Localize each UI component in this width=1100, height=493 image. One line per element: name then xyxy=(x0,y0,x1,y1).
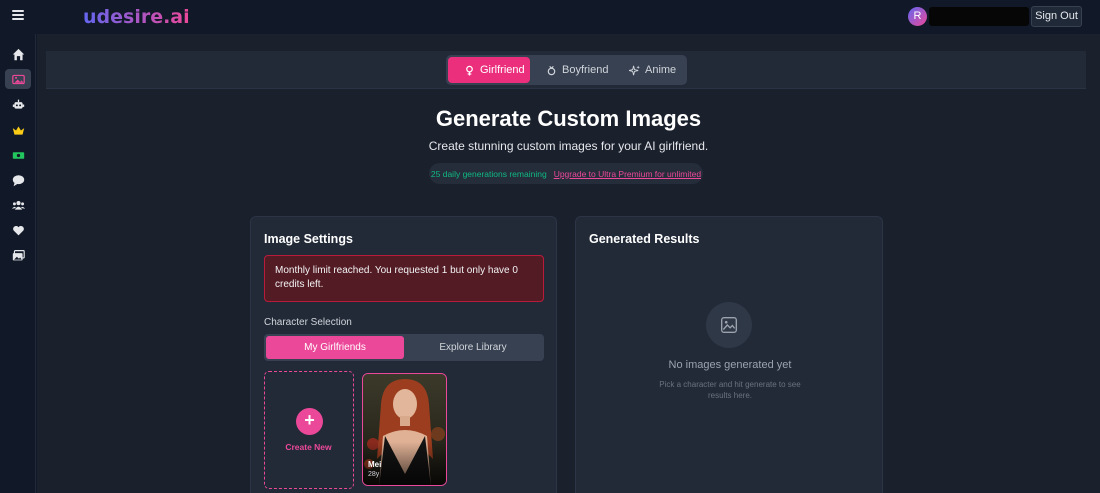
generated-results-card: Generated Results No images generated ye… xyxy=(575,216,883,493)
crown-icon xyxy=(12,125,24,135)
sidebar-item-premium[interactable] xyxy=(5,120,31,140)
character-age: 28y xyxy=(368,471,380,478)
type-tabs-bar: Girlfriend Boyfriend Anime xyxy=(46,51,1086,89)
page-subtitle: Create stunning custom images for your A… xyxy=(428,139,709,153)
create-new-label: Create New xyxy=(285,442,332,452)
robot-icon xyxy=(12,99,24,109)
image-icon xyxy=(11,74,25,84)
tab-anime[interactable]: Anime xyxy=(616,57,685,83)
sidebar-item-home[interactable] xyxy=(5,44,31,64)
empty-image-icon xyxy=(706,302,752,348)
money-icon xyxy=(12,151,24,159)
sidebar-item-chat[interactable] xyxy=(5,170,31,190)
male-icon xyxy=(547,65,556,75)
upgrade-link[interactable]: Upgrade to Ultra Premium for unlimited xyxy=(554,169,701,179)
create-new-character-button[interactable]: + Create New xyxy=(264,371,354,489)
tab-boyfriend[interactable]: Boyfriend xyxy=(530,57,616,83)
sparkles-icon xyxy=(629,64,640,75)
character-name: Mei xyxy=(368,460,382,469)
character-selection-label: Character Selection xyxy=(264,317,352,328)
image-settings-title: Image Settings xyxy=(264,232,353,246)
sidebar-item-images[interactable] xyxy=(5,69,31,89)
type-tabs: Girlfriend Boyfriend Anime xyxy=(446,55,687,85)
female-icon xyxy=(466,65,473,76)
character-card[interactable]: Mei 28y xyxy=(362,373,447,486)
generation-quota-badge: 25 daily generations remaining Upgrade t… xyxy=(429,163,703,184)
generations-remaining: 25 daily generations remaining xyxy=(430,168,547,179)
sidebar-item-community[interactable] xyxy=(5,195,31,215)
home-icon xyxy=(12,48,24,60)
users-icon xyxy=(11,200,25,210)
sidebar xyxy=(0,34,36,493)
gallery-icon xyxy=(12,249,25,260)
sidebar-item-bots[interactable] xyxy=(5,94,31,114)
hamburger-menu-icon[interactable] xyxy=(12,10,24,20)
plus-icon: + xyxy=(296,408,323,435)
sidebar-item-gallery[interactable] xyxy=(5,245,31,265)
chat-icon xyxy=(12,174,24,186)
user-name-redacted xyxy=(929,7,1029,26)
logo[interactable]: udesire.ai xyxy=(83,6,190,28)
top-bar: udesire.ai R Sign Out xyxy=(0,0,1100,34)
heart-icon xyxy=(12,225,24,235)
tab-anime-label: Anime xyxy=(645,64,677,76)
empty-state-title: No images generated yet xyxy=(668,359,792,371)
avatar[interactable]: R xyxy=(908,7,927,26)
tab-my-girlfriends[interactable]: My Girlfriends xyxy=(266,336,404,359)
main-content: Girlfriend Boyfriend Anime Generate Cust… xyxy=(37,34,1100,493)
tab-explore-library[interactable]: Explore Library xyxy=(404,336,542,359)
empty-state-subtitle: Pick a character and hit generate to see… xyxy=(659,380,801,400)
sign-out-button[interactable]: Sign Out xyxy=(1031,6,1082,27)
sidebar-item-favorites[interactable] xyxy=(5,220,31,240)
sidebar-item-earn[interactable] xyxy=(5,145,31,165)
page-title: Generate Custom Images xyxy=(435,106,702,131)
image-settings-card: Image Settings Monthly limit reached. Yo… xyxy=(250,216,557,493)
tab-girlfriend-label: Girlfriend xyxy=(480,64,525,76)
tab-boyfriend-label: Boyfriend xyxy=(562,64,609,76)
generated-results-title: Generated Results xyxy=(589,232,700,246)
character-portrait xyxy=(363,374,446,485)
tab-girlfriend[interactable]: Girlfriend xyxy=(448,57,530,83)
character-source-toggle: My Girlfriends Explore Library xyxy=(264,334,544,361)
limit-alert: Monthly limit reached. You requested 1 b… xyxy=(264,255,544,302)
